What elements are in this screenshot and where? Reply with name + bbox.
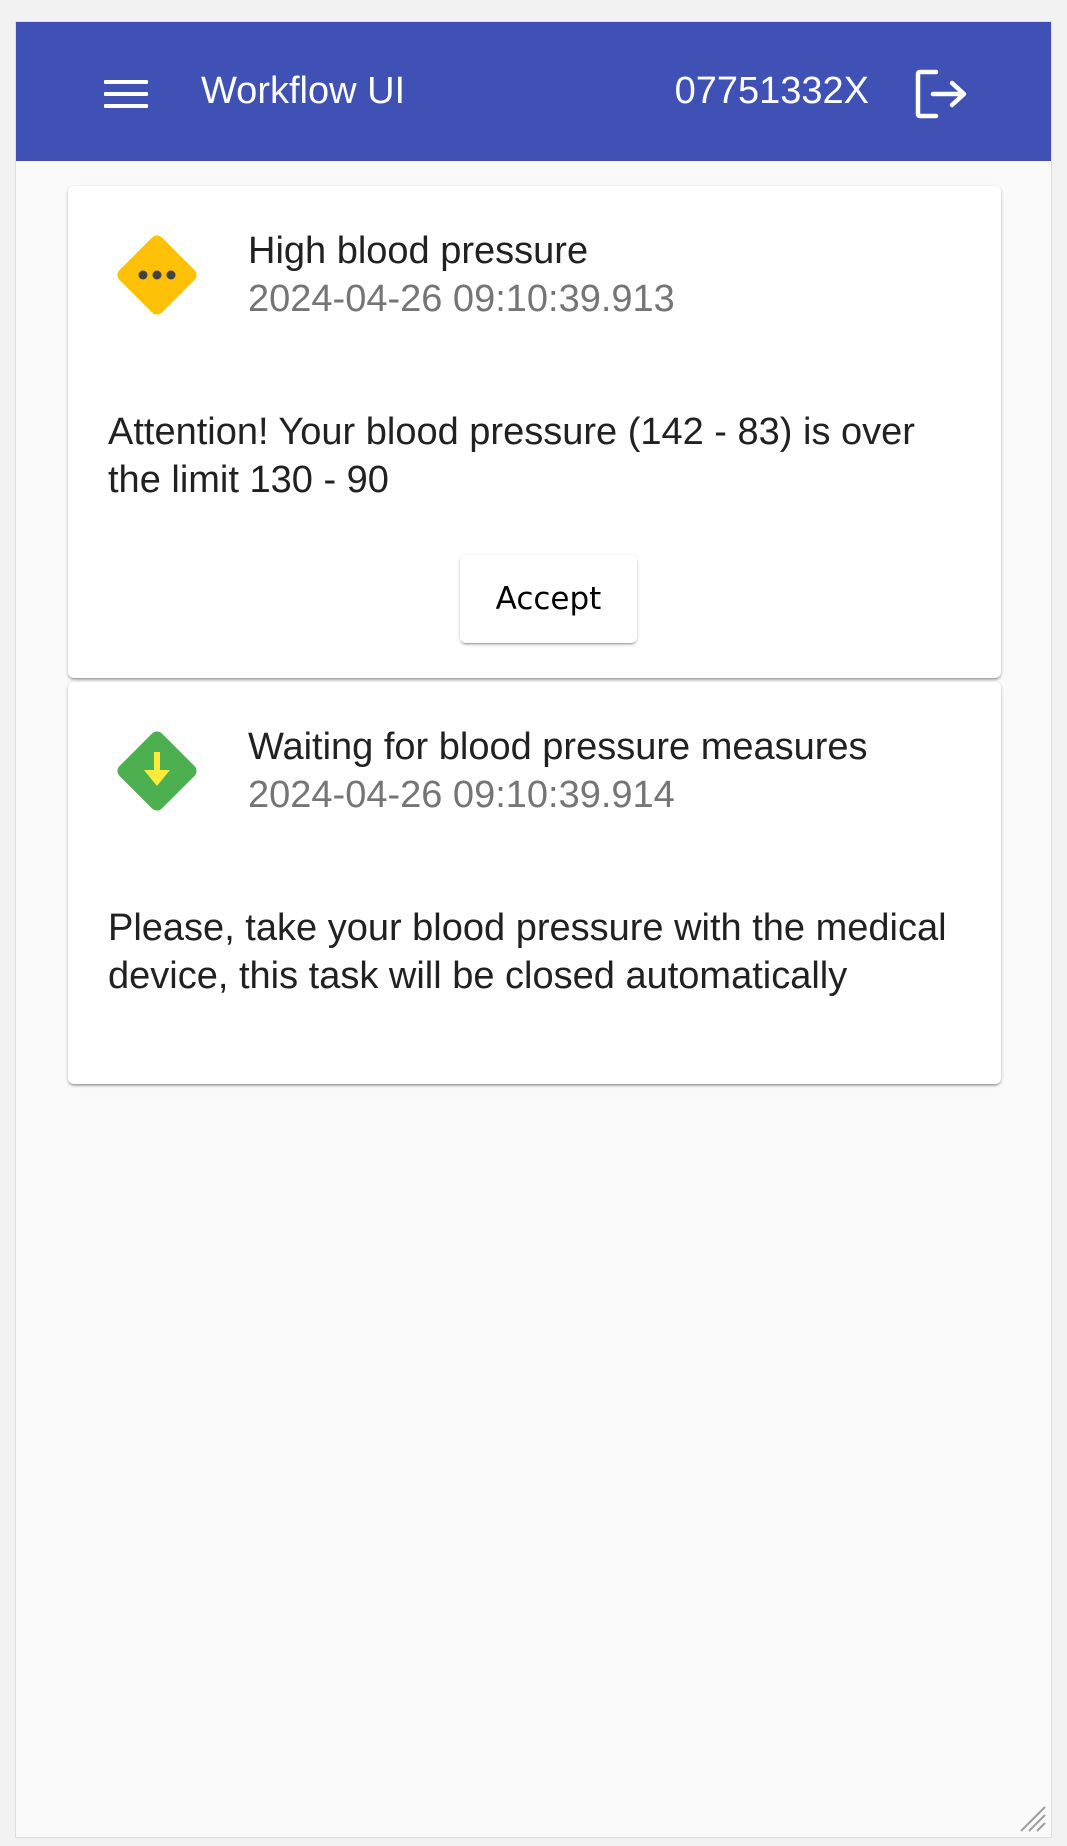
task-timestamp: 2024-04-26 09:10:39.913 xyxy=(248,278,675,320)
app-title: Workflow UI xyxy=(201,70,406,112)
user-id: 07751332X xyxy=(674,70,869,112)
task-card-high-blood-pressure: High blood pressure 2024-04-26 09:10:39.… xyxy=(68,186,1001,678)
resize-grip-icon[interactable] xyxy=(1015,1801,1047,1833)
task-card-waiting-measures: Waiting for blood pressure measures 2024… xyxy=(68,682,1001,1084)
app-window: Workflow UI 07751332X High blood pressur… xyxy=(15,21,1052,1838)
logout-icon[interactable] xyxy=(914,68,970,120)
task-message: Please, take your blood pressure with th… xyxy=(108,907,947,997)
task-title: Waiting for blood pressure measures xyxy=(248,726,868,768)
task-title: High blood pressure xyxy=(248,230,589,272)
menu-icon[interactable] xyxy=(102,76,150,112)
task-message: Attention! Your blood pressure (142 - 83… xyxy=(108,411,915,501)
accept-button[interactable]: Accept xyxy=(460,555,637,643)
pending-diamond-icon xyxy=(106,224,208,326)
task-timestamp: 2024-04-26 09:10:39.914 xyxy=(248,774,675,816)
download-diamond-icon xyxy=(106,720,208,822)
toolbar: Workflow UI 07751332X xyxy=(16,22,1051,161)
